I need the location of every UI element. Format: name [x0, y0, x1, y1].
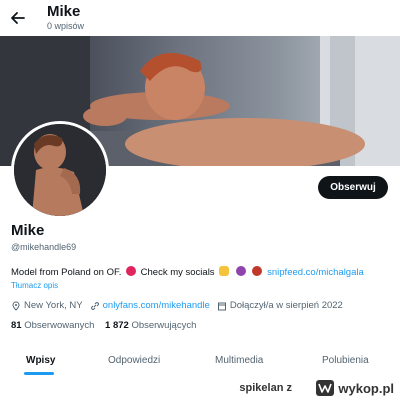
website-link[interactable]: onlyfans.com/mikehandle	[103, 300, 210, 311]
pointing-hand-emoji-icon	[219, 266, 230, 276]
eighteen-emoji-icon	[252, 266, 263, 276]
link-icon	[90, 301, 99, 310]
wykop-logo: wykop.pl	[315, 379, 394, 397]
profile-handle: @mikehandle69	[11, 242, 77, 252]
post-count: 0 wpisów	[47, 21, 85, 31]
followers-label: Obserwujących	[131, 320, 197, 331]
avatar[interactable]	[11, 121, 109, 219]
joined-text: Dołączył/a w sierpień 2022	[229, 300, 343, 311]
followers-count: 1 872	[105, 320, 129, 331]
bio-link[interactable]: snipfeed.co/michalgala	[267, 267, 364, 278]
location-item: New York, NY	[11, 300, 83, 311]
profile-bio: Model from Poland on OF. Check my social…	[11, 266, 391, 279]
bio-text-2: Check my socials	[140, 267, 215, 278]
tab-likes[interactable]: Polubienia	[322, 355, 369, 366]
translate-bio-link[interactable]: Tłumacz opis	[11, 281, 58, 290]
active-tab-indicator	[24, 372, 54, 375]
bio-text: Model from Poland on OF.	[11, 267, 122, 278]
follow-button[interactable]: Obserwuj	[318, 176, 388, 199]
wykop-watermark: spikelan z wykop.pl	[0, 376, 400, 400]
top-bar: Mike 0 wpisów	[0, 0, 400, 36]
joined-item: Dołączył/a w sierpień 2022	[217, 300, 343, 311]
watermark-separator: z	[286, 382, 293, 394]
following-count: 81	[11, 320, 22, 331]
tab-replies[interactable]: Odpowiedzi	[108, 355, 160, 366]
watermark-text: spikelan z	[239, 382, 292, 394]
follow-stats: 81 Obserwowanych 1 872 Obserwujących	[11, 320, 196, 331]
profile-meta: New York, NY onlyfans.com/mikehandle Doł…	[11, 300, 350, 311]
profile-name: Mike	[11, 222, 45, 239]
followers-stat[interactable]: 1 872 Obserwujących	[105, 320, 196, 331]
page-title: Mike	[47, 3, 81, 20]
devil-emoji-icon	[235, 266, 246, 276]
tab-media[interactable]: Multimedia	[215, 355, 263, 366]
following-label: Obserwowanych	[24, 320, 95, 331]
back-arrow-icon[interactable]	[8, 8, 28, 28]
location-text: New York, NY	[24, 300, 83, 311]
website-item: onlyfans.com/mikehandle	[90, 300, 210, 311]
calendar-icon	[217, 302, 226, 310]
profile-tabs: Wpisy Odpowiedzi Multimedia Polubienia	[0, 348, 400, 377]
wykop-logo-icon	[316, 380, 335, 396]
location-icon	[12, 300, 20, 311]
watermark-site: wykop.pl	[338, 380, 394, 396]
tongue-emoji-icon	[126, 266, 136, 276]
watermark-user: spikelan	[239, 382, 284, 394]
tab-posts[interactable]: Wpisy	[26, 355, 55, 366]
following-stat[interactable]: 81 Obserwowanych	[11, 320, 94, 331]
